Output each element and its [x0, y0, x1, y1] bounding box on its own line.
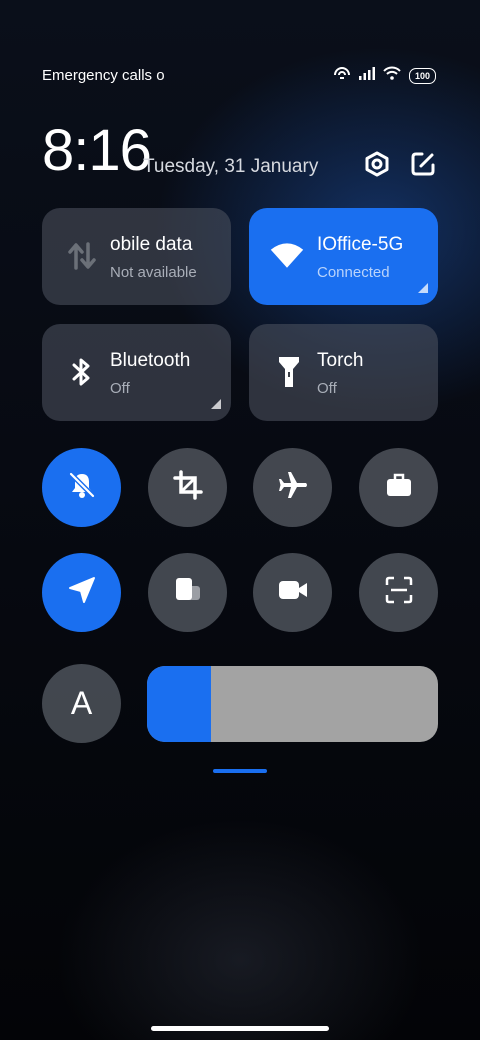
brightness-fill	[147, 666, 212, 742]
airplane-icon	[278, 470, 308, 505]
status-text: Emergency calls o	[42, 67, 165, 84]
mobile-data-title: obile data	[110, 234, 193, 255]
wifi-network-name: IOffice-5G	[317, 234, 404, 255]
wifi-tile[interactable]: IOffice-5G Connected	[249, 208, 438, 305]
floating-window-icon	[173, 575, 203, 610]
floating-window-toggle[interactable]	[148, 553, 227, 632]
briefcase-icon	[385, 472, 413, 503]
scan-icon	[385, 576, 413, 609]
mobile-data-status: Not available	[110, 264, 197, 281]
edit-icon[interactable]	[410, 151, 436, 177]
hotspot-icon	[333, 66, 351, 85]
clock: 8:16	[42, 118, 152, 183]
airplane-mode-toggle[interactable]	[253, 448, 332, 527]
expand-corner-icon[interactable]	[418, 283, 428, 293]
status-icons: 100	[333, 66, 436, 85]
screenshot-toggle[interactable]	[148, 448, 227, 527]
bluetooth-status: Off	[110, 380, 130, 397]
home-indicator[interactable]	[151, 1026, 329, 1031]
torch-icon	[271, 354, 307, 390]
date: Tuesday, 31 January	[143, 156, 319, 177]
settings-icon[interactable]	[364, 151, 390, 177]
wifi-icon	[383, 66, 401, 85]
signal-icon	[358, 66, 375, 85]
auto-brightness-label: A	[70, 685, 93, 721]
auto-brightness-button[interactable]: A	[42, 664, 121, 743]
battery-icon: 100	[408, 67, 436, 84]
location-arrow-icon	[67, 575, 97, 610]
wifi-icon	[269, 238, 305, 274]
page-indicator	[213, 769, 267, 773]
expand-corner-icon[interactable]	[211, 399, 221, 409]
bluetooth-icon	[64, 354, 100, 390]
video-camera-icon	[278, 578, 308, 607]
mobile-data-tile[interactable]: obile data Not available	[42, 208, 231, 305]
work-mode-toggle[interactable]	[359, 448, 438, 527]
bluetooth-title: Bluetooth	[110, 350, 191, 371]
scanner-toggle[interactable]	[359, 553, 438, 632]
brightness-slider[interactable]	[147, 666, 438, 742]
bell-off-icon	[67, 470, 97, 505]
bluetooth-tile[interactable]: Bluetooth Off	[42, 324, 231, 421]
wifi-status: Connected	[317, 264, 390, 281]
crop-icon	[172, 470, 203, 505]
torch-title: Torch	[317, 350, 364, 371]
data-arrows-icon	[64, 238, 100, 274]
torch-status: Off	[317, 380, 337, 397]
location-toggle[interactable]	[42, 553, 121, 632]
silent-toggle[interactable]	[42, 448, 121, 527]
screen-recorder-toggle[interactable]	[253, 553, 332, 632]
torch-tile[interactable]: Torch Off	[249, 324, 438, 421]
